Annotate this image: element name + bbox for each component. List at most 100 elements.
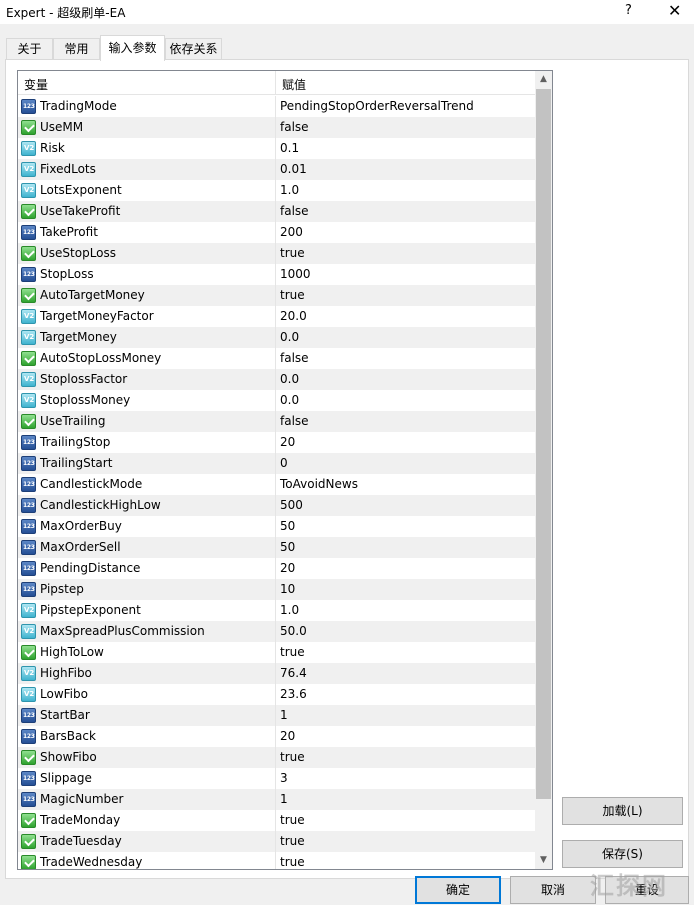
parameter-value[interactable]: false xyxy=(280,120,309,134)
parameter-value[interactable]: false xyxy=(280,204,309,218)
inputs-listview[interactable]: 变量 赋值 TradingMode PendingStopOrderReversa… xyxy=(17,70,553,870)
save-button[interactable]: 保存(S) xyxy=(562,840,683,868)
parameter-row[interactable]: CandlestickHighLow 500 xyxy=(18,495,535,516)
parameter-value[interactable]: false xyxy=(280,414,309,428)
parameter-row[interactable]: TrailingStart 0 xyxy=(18,453,535,474)
close-icon[interactable]: ✕ xyxy=(668,1,681,20)
parameter-value[interactable]: 20.0 xyxy=(280,309,307,323)
parameter-row[interactable]: TradeTuesday true xyxy=(18,831,535,852)
title-bar: Expert - 超级刷单-EA ? ✕ xyxy=(0,0,694,24)
parameter-row[interactable]: UseTakeProfit false xyxy=(18,201,535,222)
load-button[interactable]: 加载(L) xyxy=(562,797,683,825)
parameter-row[interactable]: TradeMonday true xyxy=(18,810,535,831)
parameter-row[interactable]: AutoStopLossMoney false xyxy=(18,348,535,369)
parameter-value[interactable]: true xyxy=(280,813,305,827)
tab-about[interactable]: 关于 xyxy=(6,38,53,60)
parameter-row[interactable]: Risk 0.1 xyxy=(18,138,535,159)
parameter-row[interactable]: TargetMoney 0.0 xyxy=(18,327,535,348)
parameter-row[interactable]: ShowFibo true xyxy=(18,747,535,768)
parameter-name: LowFibo xyxy=(40,687,88,701)
scroll-thumb[interactable] xyxy=(536,89,551,799)
parameter-row[interactable]: MaxSpreadPlusCommission 50.0 xyxy=(18,621,535,642)
reset-button[interactable]: 重设 xyxy=(605,876,689,904)
parameter-value[interactable]: 0 xyxy=(280,456,288,470)
parameter-value[interactable]: 23.6 xyxy=(280,687,307,701)
parameter-value[interactable]: 3 xyxy=(280,771,288,785)
parameter-value[interactable]: 0.0 xyxy=(280,330,299,344)
parameter-row[interactable]: HighFibo 76.4 xyxy=(18,663,535,684)
parameter-value[interactable]: 1.0 xyxy=(280,183,299,197)
ok-button[interactable]: 确定 xyxy=(415,876,501,904)
parameter-row[interactable]: UseTrailing false xyxy=(18,411,535,432)
parameter-value[interactable]: true xyxy=(280,645,305,659)
help-icon[interactable]: ? xyxy=(625,3,632,18)
parameter-value[interactable]: 20 xyxy=(280,729,295,743)
parameter-row[interactable]: UseStopLoss true xyxy=(18,243,535,264)
parameter-value[interactable]: 0.1 xyxy=(280,141,299,155)
parameter-row[interactable]: FixedLots 0.01 xyxy=(18,159,535,180)
parameter-row[interactable]: MaxOrderBuy 50 xyxy=(18,516,535,537)
parameter-row[interactable]: StopLoss 1000 xyxy=(18,264,535,285)
parameter-value[interactable]: 1 xyxy=(280,708,288,722)
parameter-row[interactable]: PipstepExponent 1.0 xyxy=(18,600,535,621)
parameter-value[interactable]: 20 xyxy=(280,561,295,575)
parameter-value[interactable]: true xyxy=(280,246,305,260)
parameter-row[interactable]: TargetMoneyFactor 20.0 xyxy=(18,306,535,327)
scroll-up-icon[interactable]: ▲ xyxy=(535,71,552,88)
parameter-row[interactable]: TakeProfit 200 xyxy=(18,222,535,243)
parameter-row[interactable]: MagicNumber 1 xyxy=(18,789,535,810)
parameter-row[interactable]: MaxOrderSell 50 xyxy=(18,537,535,558)
parameter-name: HighToLow xyxy=(40,645,104,659)
parameter-row[interactable]: Pipstep 10 xyxy=(18,579,535,600)
scroll-down-icon[interactable]: ▼ xyxy=(535,852,552,869)
parameter-value[interactable]: 76.4 xyxy=(280,666,307,680)
list-header: 变量 赋值 xyxy=(18,71,535,95)
parameter-value[interactable]: 50 xyxy=(280,540,295,554)
parameter-value[interactable]: 50 xyxy=(280,519,295,533)
parameter-value[interactable]: 1.0 xyxy=(280,603,299,617)
parameter-value[interactable]: 0.0 xyxy=(280,372,299,386)
parameter-value[interactable]: 20 xyxy=(280,435,295,449)
parameter-value[interactable]: 200 xyxy=(280,225,303,239)
parameter-value[interactable]: true xyxy=(280,834,305,848)
window-title: Expert - 超级刷单-EA xyxy=(6,6,126,20)
parameter-value[interactable]: 10 xyxy=(280,582,295,596)
parameter-value[interactable]: 0.01 xyxy=(280,162,307,176)
parameter-row[interactable]: AutoTargetMoney true xyxy=(18,285,535,306)
column-header-value[interactable]: 赋值 xyxy=(282,76,306,93)
parameter-row[interactable]: StoplossFactor 0.0 xyxy=(18,369,535,390)
vertical-scrollbar[interactable]: ▲ ▼ xyxy=(535,71,552,869)
parameter-name: PipstepExponent xyxy=(40,603,141,617)
tab-dependencies[interactable]: 依存关系 xyxy=(165,38,222,60)
parameter-row[interactable]: TradeWednesday true xyxy=(18,852,535,869)
parameter-row[interactable]: LotsExponent 1.0 xyxy=(18,180,535,201)
parameter-row[interactable]: UseMM false xyxy=(18,117,535,138)
tab-common[interactable]: 常用 xyxy=(53,38,100,60)
parameter-row[interactable]: PendingDistance 20 xyxy=(18,558,535,579)
parameter-row[interactable]: BarsBack 20 xyxy=(18,726,535,747)
parameter-row[interactable]: StartBar 1 xyxy=(18,705,535,726)
cancel-button[interactable]: 取消 xyxy=(510,876,596,904)
parameter-value[interactable]: 50.0 xyxy=(280,624,307,638)
parameter-row[interactable]: LowFibo 23.6 xyxy=(18,684,535,705)
parameter-value[interactable]: PendingStopOrderReversalTrend xyxy=(280,99,474,113)
parameter-row[interactable]: StoplossMoney 0.0 xyxy=(18,390,535,411)
parameter-row[interactable]: HighToLow true xyxy=(18,642,535,663)
parameter-value[interactable]: 1000 xyxy=(280,267,311,281)
parameter-value[interactable]: true xyxy=(280,750,305,764)
tab-inputs[interactable]: 输入参数 xyxy=(100,35,165,61)
parameter-value[interactable]: false xyxy=(280,351,309,365)
parameter-row[interactable]: Slippage 3 xyxy=(18,768,535,789)
parameter-value[interactable]: true xyxy=(280,855,305,869)
parameter-value[interactable]: 0.0 xyxy=(280,393,299,407)
parameter-row[interactable]: CandlestickMode ToAvoidNews xyxy=(18,474,535,495)
column-divider[interactable] xyxy=(275,71,276,95)
parameter-row[interactable]: TrailingStop 20 xyxy=(18,432,535,453)
parameter-row[interactable]: TradingMode PendingStopOrderReversalTrend xyxy=(18,96,535,117)
parameter-value[interactable]: 500 xyxy=(280,498,303,512)
parameter-value[interactable]: true xyxy=(280,288,305,302)
parameter-value[interactable]: 1 xyxy=(280,792,288,806)
column-header-variable[interactable]: 变量 xyxy=(24,76,48,93)
cell-divider xyxy=(275,558,276,579)
parameter-value[interactable]: ToAvoidNews xyxy=(280,477,358,491)
